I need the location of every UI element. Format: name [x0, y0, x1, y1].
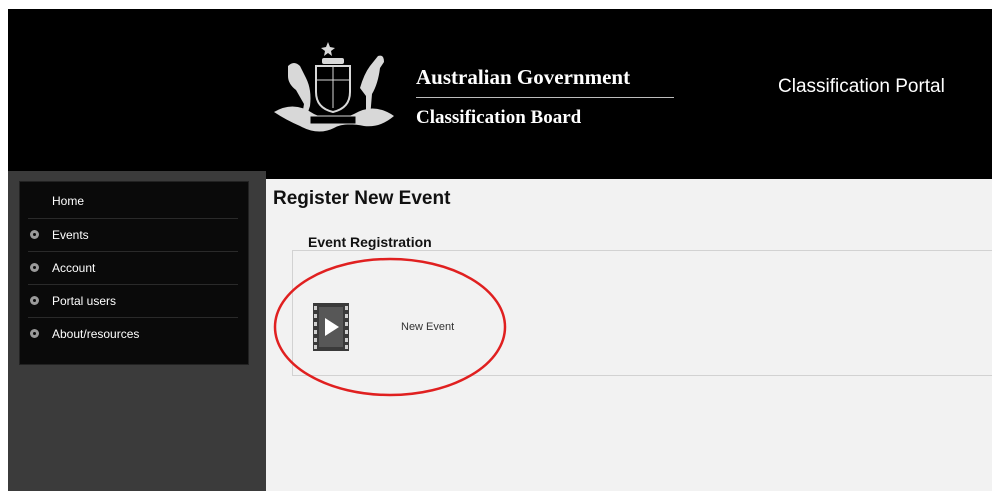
- plus-circle-icon: [30, 230, 39, 239]
- nav-separator: [28, 284, 238, 285]
- sidebar-item-label: Home: [52, 194, 85, 208]
- board-subtitle: Classification Board: [416, 107, 582, 128]
- plus-circle-icon: [30, 296, 39, 305]
- sidebar-item-events[interactable]: Events: [28, 218, 238, 251]
- nav-separator: [28, 317, 238, 318]
- plus-circle-icon: [30, 263, 39, 272]
- sidebar: Home Events Account Portal users About/r: [8, 171, 266, 491]
- sidebar-item-portal-users[interactable]: Portal users: [28, 284, 238, 317]
- section-title: Event Registration: [308, 234, 432, 250]
- sidebar-item-label: Portal users: [52, 294, 117, 308]
- sidebar-item-label: About/resources: [52, 327, 140, 341]
- page-title: Register New Event: [273, 188, 451, 209]
- nav-separator: [28, 218, 238, 219]
- sidebar-nav: Home Events Account Portal users About/r: [19, 181, 249, 365]
- coat-of-arms-icon: [274, 42, 394, 132]
- sidebar-item-label: Events: [52, 228, 89, 242]
- plus-circle-icon: [30, 329, 39, 338]
- government-title: Australian Government: [416, 65, 631, 89]
- sidebar-item-account[interactable]: Account: [28, 251, 238, 284]
- title-divider: [416, 97, 674, 98]
- app-window: Australian Government Classification Boa…: [8, 9, 992, 491]
- sidebar-item-about-resources[interactable]: About/resources: [28, 317, 238, 350]
- red-circle-annotation: [273, 257, 507, 397]
- sidebar-item-home[interactable]: Home: [28, 184, 238, 217]
- sidebar-item-label: Account: [52, 261, 96, 275]
- site-header: Australian Government Classification Boa…: [8, 9, 992, 171]
- nav-separator: [28, 251, 238, 252]
- portal-title: Classification Portal: [778, 76, 945, 97]
